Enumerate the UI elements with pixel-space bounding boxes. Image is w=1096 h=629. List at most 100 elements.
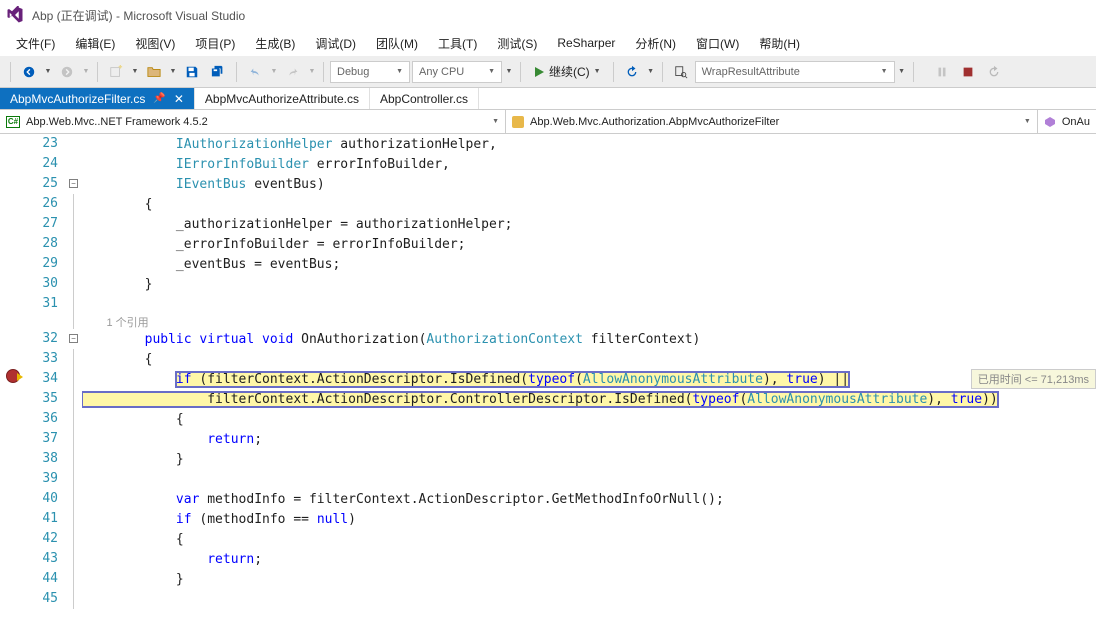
undo-dropdown[interactable]: ▼ xyxy=(269,60,279,84)
line-number: 24 xyxy=(32,154,58,174)
nav-forward-dropdown[interactable]: ▼ xyxy=(81,60,91,84)
nav-forward-button[interactable] xyxy=(55,60,79,84)
tab-abpmvcauthorizeattribute[interactable]: AbpMvcAuthorizeAttribute.cs xyxy=(195,88,370,109)
tab-abpmvcauthorizefilter[interactable]: AbpMvcAuthorizeFilter.cs 📌 ✕ xyxy=(0,88,195,109)
open-dropdown[interactable]: ▼ xyxy=(168,60,178,84)
continue-button[interactable]: 继续(C) ▼ xyxy=(527,60,607,84)
line-number: 39 xyxy=(32,469,58,489)
navigation-bar: C# Abp.Web.Mvc..NET Framework 4.5.2 ▼ Ab… xyxy=(0,110,1096,134)
line-number: 29 xyxy=(32,254,58,274)
tab-label: AbpController.cs xyxy=(380,92,468,106)
breakpoint-current-line[interactable] xyxy=(0,369,32,389)
save-all-button[interactable] xyxy=(206,60,230,84)
toolbar-separator xyxy=(10,62,11,82)
menu-bar: 文件(F) 编辑(E) 视图(V) 项目(P) 生成(B) 调试(D) 团队(M… xyxy=(0,30,1096,56)
undo-button[interactable] xyxy=(243,60,267,84)
continue-label: 继续(C) xyxy=(549,63,590,80)
line-number: 25 xyxy=(32,174,58,194)
redo-button[interactable] xyxy=(281,60,305,84)
chevron-down-icon: ▼ xyxy=(594,68,601,75)
menu-tools[interactable]: 工具(T) xyxy=(428,31,487,56)
line-number: 42 xyxy=(32,529,58,549)
line-number: 34 xyxy=(32,369,58,389)
toolbar-separator xyxy=(520,62,521,82)
line-number: 36 xyxy=(32,409,58,429)
code-content[interactable]: IAuthorizationHelper authorizationHelper… xyxy=(82,134,1096,629)
toolbar-separator xyxy=(323,62,324,82)
menu-debug[interactable]: 调试(D) xyxy=(305,31,366,56)
refresh-dropdown[interactable]: ▼ xyxy=(646,60,656,84)
close-icon[interactable]: ✕ xyxy=(174,92,184,106)
title-bar: Abp (正在调试) - Microsoft Visual Studio xyxy=(0,0,1096,30)
fold-toggle[interactable]: − xyxy=(69,334,78,343)
search-combo-text: WrapResultAttribute xyxy=(702,66,800,78)
line-number: 33 xyxy=(32,349,58,369)
line-number: 35 xyxy=(32,389,58,409)
toolbar: ▼ ▼ ▼ ▼ ▼ ▼ Debug▼ Any CPU▼ ▼ 继续(C) ▼ ▼ … xyxy=(0,56,1096,88)
chevron-down-icon: ▼ xyxy=(492,118,499,125)
pause-button[interactable] xyxy=(930,60,954,84)
tab-abpcontroller[interactable]: AbpController.cs xyxy=(370,88,479,109)
menu-help[interactable]: 帮助(H) xyxy=(749,31,810,56)
line-number: 43 xyxy=(32,549,58,569)
line-numbers: 23 24 25 26 27 28 29 30 31 32 33 34 35 3… xyxy=(32,134,68,629)
project-combo[interactable]: C# Abp.Web.Mvc..NET Framework 4.5.2 ▼ xyxy=(0,110,506,133)
platform-combo[interactable]: Any CPU▼ xyxy=(412,61,502,83)
window-title: Abp (正在调试) - Microsoft Visual Studio xyxy=(32,7,245,24)
nav-back-dropdown[interactable]: ▼ xyxy=(43,60,53,84)
document-tabs: AbpMvcAuthorizeFilter.cs 📌 ✕ AbpMvcAutho… xyxy=(0,88,1096,110)
menu-build[interactable]: 生成(B) xyxy=(245,31,305,56)
save-button[interactable] xyxy=(180,60,204,84)
menu-edit[interactable]: 编辑(E) xyxy=(65,31,125,56)
menu-resharper[interactable]: ReSharper xyxy=(547,32,625,54)
code-editor[interactable]: 23 24 25 26 27 28 29 30 31 32 33 34 35 3… xyxy=(0,134,1096,629)
menu-window[interactable]: 窗口(W) xyxy=(686,31,749,56)
config-combo-text: Debug xyxy=(337,66,369,78)
class-combo[interactable]: Abp.Web.Mvc.Authorization.AbpMvcAuthoriz… xyxy=(506,110,1038,133)
line-number: 44 xyxy=(32,569,58,589)
menu-file[interactable]: 文件(F) xyxy=(6,31,65,56)
menu-view[interactable]: 视图(V) xyxy=(125,31,185,56)
refresh-button[interactable] xyxy=(620,60,644,84)
line-number: 30 xyxy=(32,274,58,294)
glyph-margin xyxy=(0,134,32,629)
method-icon xyxy=(1044,116,1056,128)
project-combo-text: Abp.Web.Mvc..NET Framework 4.5.2 xyxy=(26,116,208,128)
platform-combo-text: Any CPU xyxy=(419,66,464,78)
line-number: 41 xyxy=(32,509,58,529)
line-number: 38 xyxy=(32,449,58,469)
line-number: 31 xyxy=(32,294,58,314)
new-project-button[interactable] xyxy=(104,60,128,84)
tab-label: AbpMvcAuthorizeAttribute.cs xyxy=(205,92,359,106)
chevron-down-icon: ▼ xyxy=(1024,118,1031,125)
search-combo[interactable]: WrapResultAttribute▼ xyxy=(695,61,895,83)
line-number xyxy=(32,314,58,329)
folding-column: − − xyxy=(68,134,82,629)
platform-dropdown-extra[interactable]: ▼ xyxy=(504,60,514,84)
restart-button[interactable] xyxy=(982,60,1006,84)
toolbar-separator xyxy=(662,62,663,82)
codelens-references[interactable]: 1 个引用 xyxy=(106,314,148,330)
new-dropdown[interactable]: ▼ xyxy=(130,60,140,84)
menu-test[interactable]: 测试(S) xyxy=(487,31,547,56)
find-in-files-button[interactable] xyxy=(669,60,693,84)
member-combo-text: OnAu xyxy=(1062,116,1090,128)
class-icon xyxy=(512,116,524,128)
tab-label: AbpMvcAuthorizeFilter.cs xyxy=(10,92,145,106)
menu-analyze[interactable]: 分析(N) xyxy=(625,31,686,56)
pin-icon[interactable]: 📌 xyxy=(153,93,165,104)
nav-back-button[interactable] xyxy=(17,60,41,84)
search-options[interactable]: ▼ xyxy=(897,60,907,84)
member-combo[interactable]: OnAu xyxy=(1038,110,1096,133)
stop-button[interactable] xyxy=(956,60,980,84)
line-number: 40 xyxy=(32,489,58,509)
menu-team[interactable]: 团队(M) xyxy=(366,31,428,56)
menu-project[interactable]: 项目(P) xyxy=(185,31,245,56)
config-combo[interactable]: Debug ▼ xyxy=(330,61,410,83)
redo-dropdown[interactable]: ▼ xyxy=(307,60,317,84)
chevron-down-icon: ▼ xyxy=(396,68,403,75)
open-file-button[interactable] xyxy=(142,60,166,84)
toolbar-separator xyxy=(613,62,614,82)
fold-toggle[interactable]: − xyxy=(69,179,78,188)
line-number: 26 xyxy=(32,194,58,214)
